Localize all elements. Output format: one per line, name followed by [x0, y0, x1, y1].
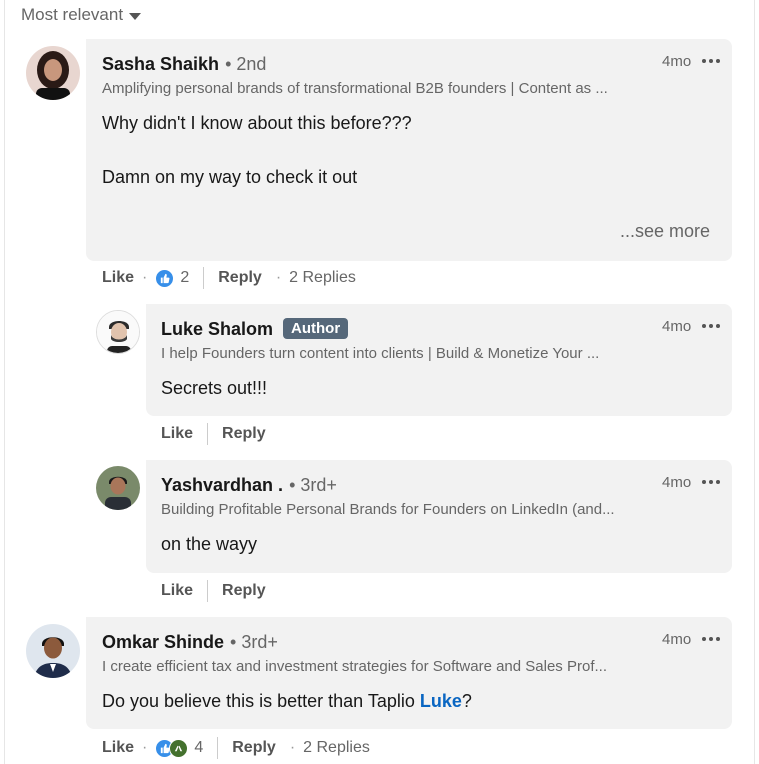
divider [207, 580, 209, 602]
reply-button[interactable]: Reply [222, 582, 266, 600]
reaction-count: 4 [194, 739, 204, 756]
reactions-summary[interactable]: 2 [155, 268, 190, 288]
sort-dropdown[interactable]: Most relevant [21, 5, 142, 25]
sort-label: Most relevant [21, 5, 124, 24]
author-badge: Author [283, 318, 349, 339]
comment-time: 4mo [662, 53, 692, 70]
comment-text-suffix: ? [461, 691, 472, 711]
mention-link[interactable]: Luke [420, 691, 462, 711]
divider [203, 267, 205, 289]
commenter-info: Luke Shalom Author [161, 318, 349, 341]
commenter-name[interactable]: Yashvardhan . [161, 475, 283, 496]
comment-text: Do you believe this is better than Tapli… [102, 691, 472, 712]
reactions-summary[interactable]: 4 [155, 738, 204, 758]
caret-down-icon [129, 12, 142, 20]
comment-text-line: Damn on my way to check it out [102, 167, 358, 187]
commenter-headline: Building Profitable Personal Brands for … [161, 501, 615, 518]
commenter-headline: Amplifying personal brands of transforma… [102, 80, 608, 97]
commenter-info: Sasha Shaikh • 2nd [102, 54, 266, 75]
commenter-name[interactable]: Sasha Shaikh [102, 54, 219, 75]
see-more-button[interactable]: ...see more [620, 221, 710, 242]
overflow-dots-icon[interactable] [702, 480, 720, 484]
commenter-name[interactable]: Luke Shalom [161, 319, 273, 340]
comment-text-prefix: Do you believe this is better than Tapli… [102, 691, 420, 711]
reply-button[interactable]: Reply [218, 269, 262, 287]
avatar[interactable] [96, 466, 140, 510]
avatar[interactable] [96, 310, 140, 354]
like-button[interactable]: Like [161, 582, 193, 600]
overflow-dots-icon[interactable] [702, 637, 720, 641]
replies-link[interactable]: 2 Replies [289, 269, 356, 287]
comment-actions: Like Reply [161, 423, 266, 445]
connection-degree: • 3rd+ [230, 632, 278, 652]
reply-button[interactable]: Reply [222, 425, 266, 443]
comment-actions: Like Reply [161, 580, 266, 602]
comment-actions: Like · 4 Reply · 2 Replies [102, 737, 370, 759]
replies-link[interactable]: 2 Replies [303, 739, 370, 757]
commenter-headline: I create efficient tax and investment st… [102, 658, 607, 675]
comment-text: on the wayy [161, 534, 258, 554]
comment-time: 4mo [662, 318, 692, 335]
divider [207, 423, 209, 445]
overflow-dots-icon[interactable] [702, 59, 720, 63]
comment-text-line: Why didn't I know about this before??? [102, 113, 412, 133]
comment-text: Secrets out!!! [161, 378, 268, 398]
overflow-dots-icon[interactable] [702, 324, 720, 328]
commenter-headline: I help Founders turn content into client… [161, 345, 600, 362]
comment-time: 4mo [662, 631, 692, 648]
comment-time: 4mo [662, 474, 692, 491]
connection-degree: • 3rd+ [289, 475, 337, 495]
like-button[interactable]: Like [161, 425, 193, 443]
commenter-name[interactable]: Omkar Shinde [102, 632, 224, 653]
connection-degree: • 2nd [225, 54, 267, 74]
divider [217, 737, 219, 759]
thumbs-up-icon [155, 268, 175, 288]
avatar[interactable] [26, 624, 80, 678]
like-button[interactable]: Like [102, 739, 134, 757]
commenter-info: Omkar Shinde • 3rd+ [102, 632, 278, 653]
commenter-info: Yashvardhan . • 3rd+ [161, 475, 337, 496]
like-button[interactable]: Like [102, 269, 134, 287]
support-hands-icon [169, 738, 189, 758]
avatar[interactable] [26, 46, 80, 100]
reply-button[interactable]: Reply [232, 739, 276, 757]
reaction-count: 2 [180, 269, 190, 286]
comment-actions: Like · 2 Reply · 2 Replies [102, 267, 356, 289]
